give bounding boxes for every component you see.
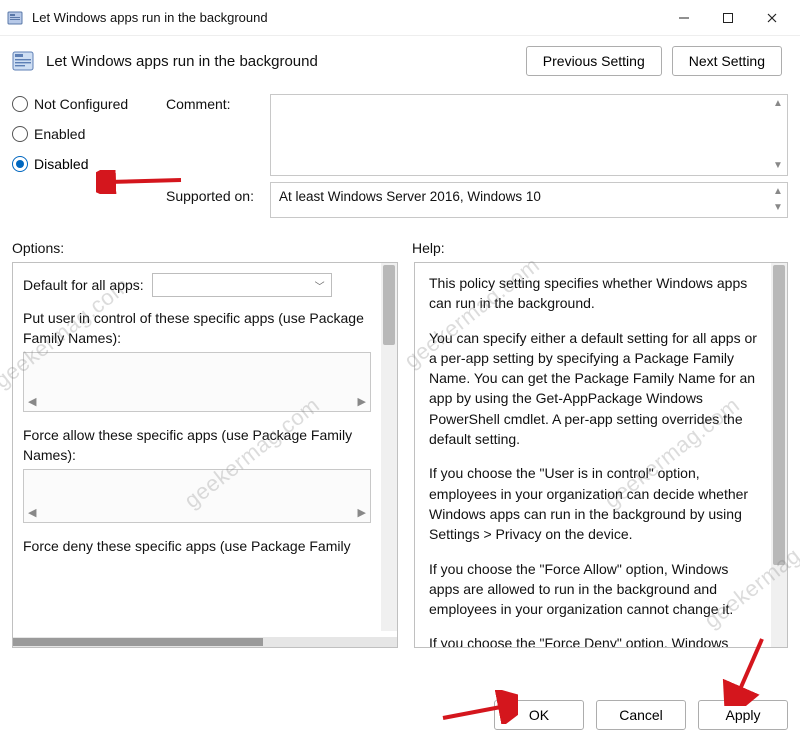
radio-icon [12,126,28,142]
help-paragraph: You can specify either a default setting… [429,328,757,450]
radio-icon [12,96,28,112]
help-paragraph: If you choose the "Force Allow" option, … [429,559,757,620]
scroll-left-icon: ◀ [28,506,36,522]
radio-enabled[interactable]: Enabled [12,126,162,142]
policy-window-icon [6,9,24,27]
minimize-button[interactable] [662,2,706,34]
help-paragraph: If you choose the "User is in control" o… [429,463,757,544]
help-vscroll[interactable] [771,263,787,647]
header-row: Let Windows apps run in the background P… [0,36,800,76]
supported-on-label: Supported on: [166,182,266,204]
radio-group: Not Configured Enabled Disabled [12,94,162,172]
labels-row: Options: Help: [0,222,800,262]
scroll-right-icon: ▶ [358,506,366,522]
scroll-up-icon: ▲ [769,185,787,199]
listbox-hscroll[interactable]: ◀▶ [24,395,370,411]
comment-scroll[interactable]: ▲ ▼ [769,95,787,175]
apply-button[interactable]: Apply [698,700,788,730]
options-inner: Default for all apps: ﹀ Put user in cont… [13,263,381,631]
listbox-hscroll[interactable]: ◀▶ [24,506,370,522]
scroll-left-icon: ◀ [28,395,36,411]
options-pane: Default for all apps: ﹀ Put user in cont… [12,262,398,648]
minimize-icon [678,12,690,24]
window-controls [662,2,794,34]
scroll-thumb[interactable] [773,265,785,565]
lower-panes: Default for all apps: ﹀ Put user in cont… [0,262,800,648]
policy-title: Let Windows apps run in the background [46,53,318,70]
comment-textarea[interactable]: ▲ ▼ [270,94,788,176]
radio-label: Enabled [34,126,85,142]
default-for-all-apps-row: Default for all apps: ﹀ [23,273,371,297]
radio-icon [12,156,28,172]
radio-not-configured[interactable]: Not Configured [12,96,162,112]
scroll-down-icon: ▼ [769,159,787,173]
previous-setting-button[interactable]: Previous Setting [526,46,662,76]
comment-label: Comment: [166,94,266,112]
scroll-thumb[interactable] [13,638,263,646]
scroll-thumb[interactable] [383,265,395,345]
options-hscroll[interactable] [13,637,397,647]
policy-icon [10,48,36,74]
default-for-all-apps-label: Default for all apps: [23,277,144,293]
scroll-up-icon: ▲ [769,97,787,111]
help-label: Help: [412,240,445,256]
next-setting-button[interactable]: Next Setting [672,46,782,76]
ok-button[interactable]: OK [494,700,584,730]
force-deny-label: Force deny these specific apps (use Pack… [23,537,371,557]
force-allow-label: Force allow these specific apps (use Pac… [23,426,371,465]
supported-scroll[interactable]: ▲ ▼ [769,183,787,217]
upper-config: Not Configured Enabled Disabled Comment:… [0,76,800,222]
nav-buttons: Previous Setting Next Setting [526,46,788,76]
help-paragraph: If you choose the "Force Deny" option, W… [429,633,757,647]
help-text: This policy setting specifies whether Wi… [415,263,771,647]
options-label: Options: [12,240,412,256]
radio-label: Disabled [34,156,88,172]
maximize-icon [722,12,734,24]
supported-on-text: At least Windows Server 2016, Windows 10 [279,189,541,204]
titlebar: Let Windows apps run in the background [0,0,800,36]
chevron-down-icon: ﹀ [315,278,325,293]
scroll-down-icon: ▼ [769,201,787,215]
cancel-button[interactable]: Cancel [596,700,686,730]
radio-disabled[interactable]: Disabled [12,156,162,172]
window-title: Let Windows apps run in the background [32,10,268,25]
close-button[interactable] [750,2,794,34]
put-user-in-control-label: Put user in control of these specific ap… [23,309,371,348]
maximize-button[interactable] [706,2,750,34]
button-bar: OK Cancel Apply [494,700,788,730]
force-allow-listbox[interactable]: ◀▶ [23,469,371,523]
supported-on-value-box: At least Windows Server 2016, Windows 10… [270,182,788,218]
put-user-in-control-listbox[interactable]: ◀▶ [23,352,371,412]
help-pane: This policy setting specifies whether Wi… [414,262,788,648]
close-icon [766,12,778,24]
scroll-right-icon: ▶ [358,395,366,411]
options-vscroll[interactable] [381,263,397,631]
default-for-all-apps-dropdown[interactable]: ﹀ [152,273,332,297]
radio-label: Not Configured [34,96,128,112]
help-paragraph: This policy setting specifies whether Wi… [429,273,757,314]
